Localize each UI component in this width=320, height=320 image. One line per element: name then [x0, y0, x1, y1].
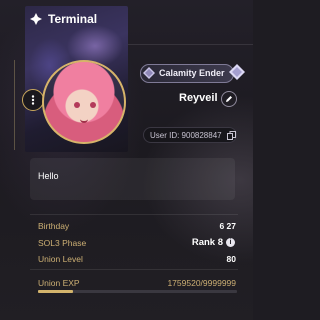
exp-progress-bar — [38, 290, 237, 293]
exp-progress-fill — [38, 290, 74, 293]
nickname: Reyveil — [179, 92, 218, 104]
title-badge[interactable]: Calamity Ender — [140, 64, 245, 83]
exp-label: Union EXP — [38, 278, 80, 288]
page-title: Terminal — [48, 12, 98, 26]
avatar-mouth — [80, 117, 88, 123]
side-divider — [14, 60, 15, 150]
signature-box[interactable] — [30, 158, 235, 200]
header-divider — [128, 44, 253, 45]
edit-nickname-button[interactable] — [221, 91, 237, 107]
gem-icon — [143, 67, 155, 79]
avatar[interactable] — [42, 60, 126, 144]
avatar-eye-left — [74, 102, 80, 108]
level-value: 80 — [226, 254, 236, 264]
copy-user-id-button[interactable] — [225, 129, 237, 141]
signature-text: Hello — [38, 171, 59, 181]
avatar-eye-right — [90, 102, 96, 108]
page-header: Terminal — [30, 12, 97, 26]
divider — [30, 269, 238, 270]
more-options-button[interactable] — [22, 89, 44, 111]
more-vertical-icon — [31, 95, 35, 105]
pencil-icon — [226, 96, 232, 102]
exp-value: 1759520/9999999 — [167, 278, 236, 288]
copy-icon — [226, 130, 236, 140]
info-icon[interactable]: i — [226, 238, 235, 247]
user-id-field: User ID: 900828847 — [143, 127, 237, 143]
birthday-value: 6 27 — [219, 221, 236, 231]
title-badge-label: Calamity Ender — [159, 68, 225, 78]
phase-label: SOL3 Phase — [38, 238, 87, 248]
divider — [30, 214, 238, 215]
level-label: Union Level — [38, 254, 83, 264]
phase-value: Rank 8 — [191, 237, 223, 248]
gem-icon — [228, 64, 245, 80]
birthday-label: Birthday — [38, 221, 70, 231]
diamond-logo-icon — [30, 13, 42, 25]
